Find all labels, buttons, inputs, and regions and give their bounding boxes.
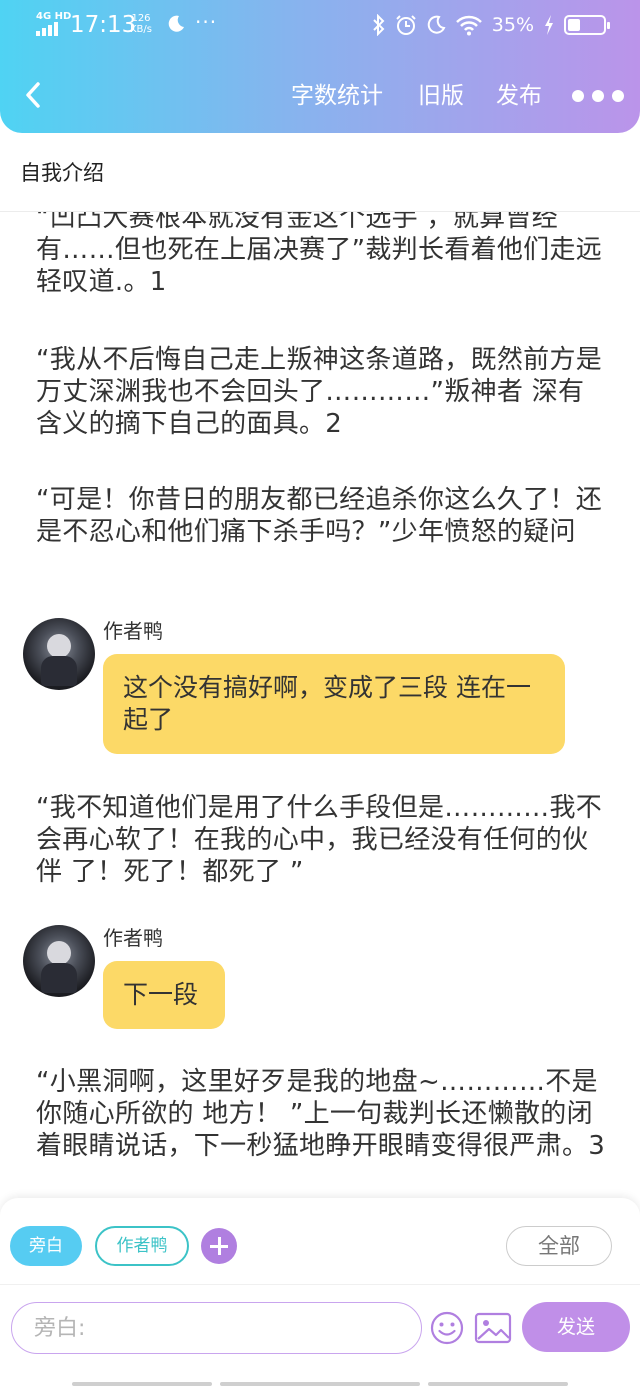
author-name: 作者鸭 (103, 619, 163, 643)
narration-paragraph[interactable]: “可是！你昔日的朋友都已经追杀你这么久了！还是不忍心和他们痛下杀手吗？”少年愤怒… (36, 484, 610, 548)
network-speed-value: 126 (131, 13, 151, 24)
emoji-icon[interactable] (429, 1310, 465, 1346)
battery-icon (564, 15, 610, 35)
narration-paragraph[interactable]: “我不知道他们是用了什么手段但是…………我不会再心软了！在我的心中，我已经没有任… (36, 792, 610, 888)
more-notifications-icon: ··· (195, 10, 218, 34)
filter-all-button[interactable]: 全部 (506, 1226, 612, 1266)
role-author-chip[interactable]: 作者鸭 (95, 1226, 189, 1266)
narration-paragraph[interactable]: “我从不后悔自己走上叛神这条道路，既然前方是万丈深渊我也不会回头了…………”叛神… (36, 344, 610, 440)
author-message-bubble[interactable]: 这个没有搞好啊，变成了三段 连在一起了 (103, 654, 565, 754)
story-content[interactable]: “凹凸大赛根本就没有金这个选手 ，就算曾经有……但也死在上届决赛了”裁判长看着他… (0, 212, 640, 1198)
app-header: 4G HD 17:13 126 KB/s ··· 35% 字数统计 旧版 发布 (0, 0, 640, 133)
document-title[interactable]: 自我介绍 (20, 158, 104, 188)
old-version-button[interactable]: 旧版 (418, 80, 464, 112)
plus-icon[interactable] (201, 1228, 237, 1264)
status-bar: 4G HD 17:13 126 KB/s ··· 35% (0, 0, 640, 52)
chevron-left-icon[interactable] (22, 80, 44, 110)
status-icons: 35% (372, 12, 610, 38)
composer-panel: 旁白 作者鸭 全部 发送 (0, 1198, 640, 1387)
home-indicator (220, 1382, 420, 1386)
bluetooth-icon (373, 14, 385, 36)
battery-percent: 35% (491, 14, 534, 36)
narration-paragraph[interactable]: “凹凸大赛根本就没有金这个选手 ，就算曾经有……但也死在上届决赛了”裁判长看着他… (36, 212, 610, 298)
word-count-button[interactable]: 字数统计 (291, 80, 383, 112)
alarm-icon (396, 15, 416, 35)
wifi-icon (455, 15, 482, 36)
network-speed-unit: KB/s (130, 24, 152, 35)
do-not-disturb-icon (427, 15, 446, 34)
home-indicator (72, 1382, 212, 1386)
home-indicator (428, 1382, 568, 1386)
charging-icon (545, 15, 553, 35)
author-message-bubble[interactable]: 下一段 (103, 961, 225, 1029)
send-button[interactable]: 发送 (522, 1302, 630, 1352)
network-type: 4G HD (36, 11, 72, 22)
signal-icon (36, 22, 62, 36)
narration-paragraph[interactable]: “小黑洞啊，这里好歹是我的地盘~…………不是你随心所欲的 地方！ ”上一句裁判长… (36, 1066, 610, 1162)
author-name: 作者鸭 (103, 926, 163, 950)
avatar[interactable] (23, 618, 95, 690)
image-icon[interactable] (474, 1310, 512, 1346)
avatar[interactable] (23, 925, 95, 997)
more-dots-icon[interactable] (572, 90, 624, 104)
network-speed: 126 KB/s (130, 13, 152, 35)
message-input[interactable] (11, 1302, 422, 1354)
battery-level (568, 19, 580, 31)
divider (0, 1284, 640, 1285)
role-narration-chip[interactable]: 旁白 (10, 1226, 82, 1266)
publish-button[interactable]: 发布 (496, 80, 542, 112)
clock: 17:13 (70, 12, 137, 38)
navigation-bar: 字数统计 旧版 发布 (0, 72, 640, 122)
moon-icon (168, 15, 184, 32)
